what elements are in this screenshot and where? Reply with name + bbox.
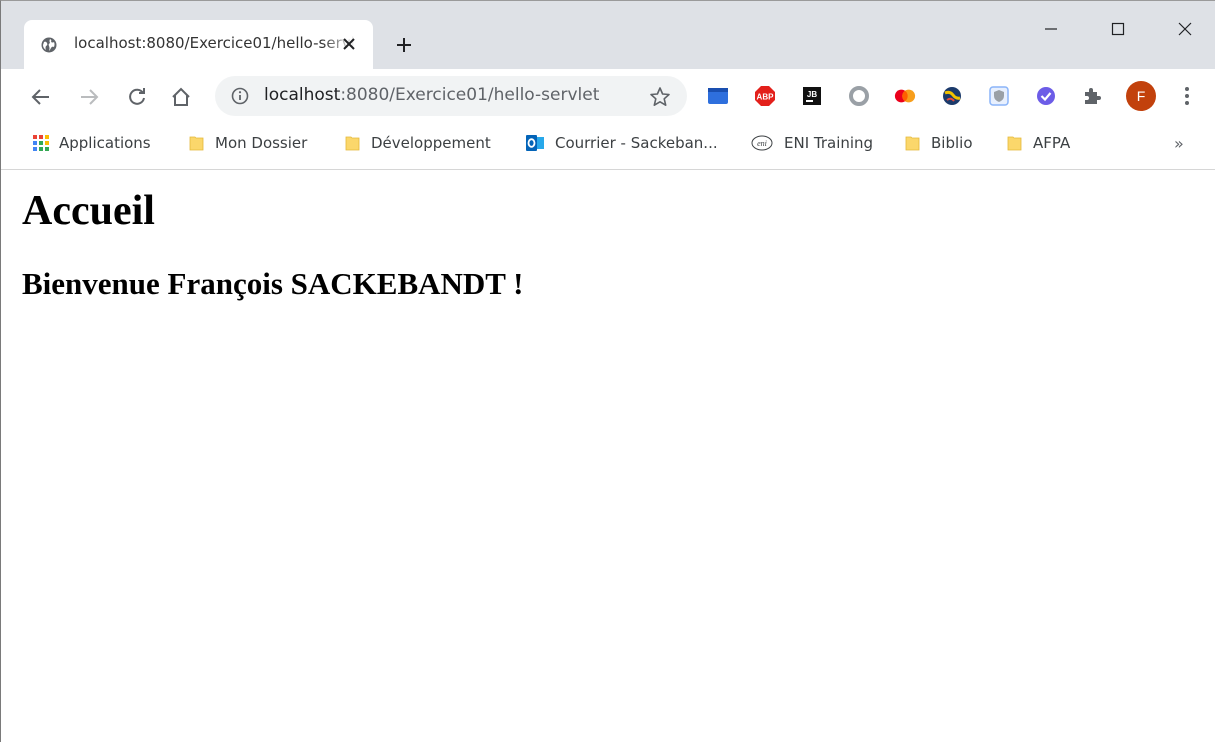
url-path: :8080/Exercice01/hello-servlet bbox=[340, 85, 600, 105]
active-tab[interactable]: localhost:8080/Exercice01/hello-servlet bbox=[24, 20, 373, 69]
home-icon bbox=[172, 87, 190, 106]
welcome-message: Bienvenue François SACKEBANDT ! bbox=[22, 266, 524, 301]
bookmark-label: Biblio bbox=[931, 134, 973, 152]
plus-icon bbox=[397, 38, 411, 52]
folder-icon bbox=[905, 136, 920, 151]
info-icon[interactable] bbox=[231, 87, 249, 105]
arrow-left-icon bbox=[31, 89, 49, 105]
bookmark-afpa[interactable]: AFPA bbox=[1006, 132, 1070, 154]
page-content: Accueil Bienvenue François SACKEBANDT ! bbox=[1, 171, 1215, 742]
minimize-icon bbox=[1045, 28, 1057, 30]
outlook-icon bbox=[526, 135, 544, 151]
jb-label: JB bbox=[807, 90, 817, 99]
browser-window: localhost:8080/Exercice01/hello-servlet bbox=[0, 0, 1215, 742]
bookmark-eni-training[interactable]: eni ENI Training bbox=[749, 132, 873, 154]
reload-icon bbox=[129, 88, 145, 105]
address-bar[interactable]: localhost:8080/Exercice01/hello-servlet bbox=[215, 76, 687, 116]
maximize-icon bbox=[1111, 22, 1125, 36]
close-tab-icon[interactable] bbox=[340, 35, 358, 53]
bookmark-biblio[interactable]: Biblio bbox=[904, 132, 973, 154]
bookmark-label: Développement bbox=[371, 134, 491, 152]
minimize-button[interactable] bbox=[1039, 17, 1063, 41]
tab-title: localhost:8080/Exercice01/hello-servlet bbox=[74, 34, 356, 52]
jetbrains-icon[interactable]: JB bbox=[801, 85, 823, 107]
bookmark-developpement[interactable]: Développement bbox=[344, 132, 491, 154]
bookmark-label: ENI Training bbox=[784, 134, 874, 152]
new-tab-button[interactable] bbox=[393, 34, 415, 56]
ring-extension-icon[interactable] bbox=[848, 85, 870, 107]
bookmarks-overflow-button[interactable]: » bbox=[1174, 134, 1184, 153]
bookmark-applications[interactable]: Applications bbox=[32, 132, 151, 154]
profile-avatar[interactable]: F bbox=[1126, 81, 1156, 111]
extension-blue-icon[interactable] bbox=[707, 85, 729, 107]
mastercard-icon[interactable] bbox=[894, 85, 916, 107]
eni-icon: eni bbox=[751, 135, 773, 151]
apps-grid-icon bbox=[33, 135, 49, 151]
close-icon bbox=[1178, 22, 1192, 36]
svg-text:eni: eni bbox=[757, 139, 767, 148]
kebab-menu-icon bbox=[1185, 87, 1189, 105]
folder-icon bbox=[1007, 136, 1022, 151]
menu-button[interactable] bbox=[1176, 85, 1198, 107]
tab-strip: localhost:8080/Exercice01/hello-servlet bbox=[1, 1, 1215, 69]
arrow-right-icon bbox=[81, 89, 99, 105]
profile-initial: F bbox=[1137, 88, 1146, 104]
bookmark-label: Mon Dossier bbox=[215, 134, 308, 152]
bookmark-mon-dossier[interactable]: Mon Dossier bbox=[188, 132, 307, 154]
forward-button[interactable] bbox=[77, 85, 101, 109]
bookmark-label: Applications bbox=[59, 134, 151, 152]
back-button[interactable] bbox=[29, 85, 53, 109]
extension-globe-icon[interactable] bbox=[941, 85, 963, 107]
check-extension-icon[interactable] bbox=[1035, 85, 1057, 107]
url-host: localhost bbox=[264, 85, 341, 105]
bookmark-star-icon[interactable] bbox=[649, 86, 671, 108]
maximize-button[interactable] bbox=[1106, 17, 1130, 41]
folder-icon bbox=[189, 136, 204, 151]
toolbar: localhost:8080/Exercice01/hello-servlet … bbox=[1, 69, 1215, 125]
globe-icon bbox=[41, 37, 57, 53]
adblock-plus-icon[interactable]: ABP bbox=[754, 85, 776, 107]
bookmark-label: AFPA bbox=[1033, 134, 1071, 152]
page-heading: Accueil bbox=[22, 188, 155, 234]
close-window-button[interactable] bbox=[1173, 17, 1197, 41]
bookmark-label: Courrier - Sackeban... bbox=[555, 134, 718, 152]
puzzle-icon[interactable] bbox=[1081, 85, 1103, 107]
bookmark-courrier[interactable]: Courrier - Sackeban... bbox=[524, 132, 718, 154]
bookmarks-bar: Applications Mon Dossier Développement C… bbox=[1, 125, 1215, 170]
shield-extension-icon[interactable] bbox=[988, 85, 1010, 107]
reload-button[interactable] bbox=[125, 85, 149, 109]
url-text: localhost:8080/Exercice01/hello-servlet bbox=[264, 85, 599, 105]
home-button[interactable] bbox=[169, 85, 193, 109]
folder-icon bbox=[345, 136, 360, 151]
abp-label: ABP bbox=[757, 93, 775, 102]
